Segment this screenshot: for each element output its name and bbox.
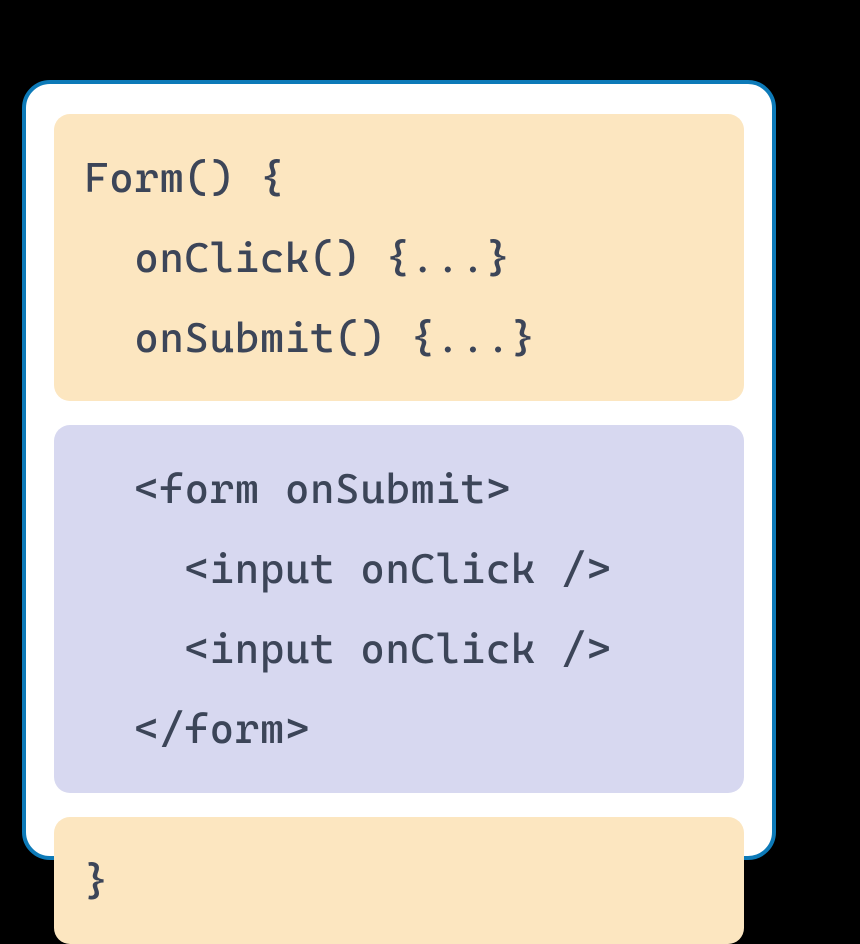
code-line: } <box>84 841 714 921</box>
code-block-jsx: <form onSubmit> <input onClick /> <input… <box>54 425 744 792</box>
code-line: onSubmit() {...} <box>84 298 714 378</box>
code-block-function-header: Form() { onClick() {...} onSubmit() {...… <box>54 114 744 401</box>
code-line: <input onClick /> <box>84 609 714 689</box>
code-card: Form() { onClick() {...} onSubmit() {...… <box>22 80 776 860</box>
code-line: </form> <box>84 689 714 769</box>
code-line: onClick() {...} <box>84 218 714 298</box>
code-line: <input onClick /> <box>84 529 714 609</box>
code-block-function-footer: } <box>54 817 744 944</box>
code-line: Form() { <box>84 138 714 218</box>
code-line: <form onSubmit> <box>84 449 714 529</box>
